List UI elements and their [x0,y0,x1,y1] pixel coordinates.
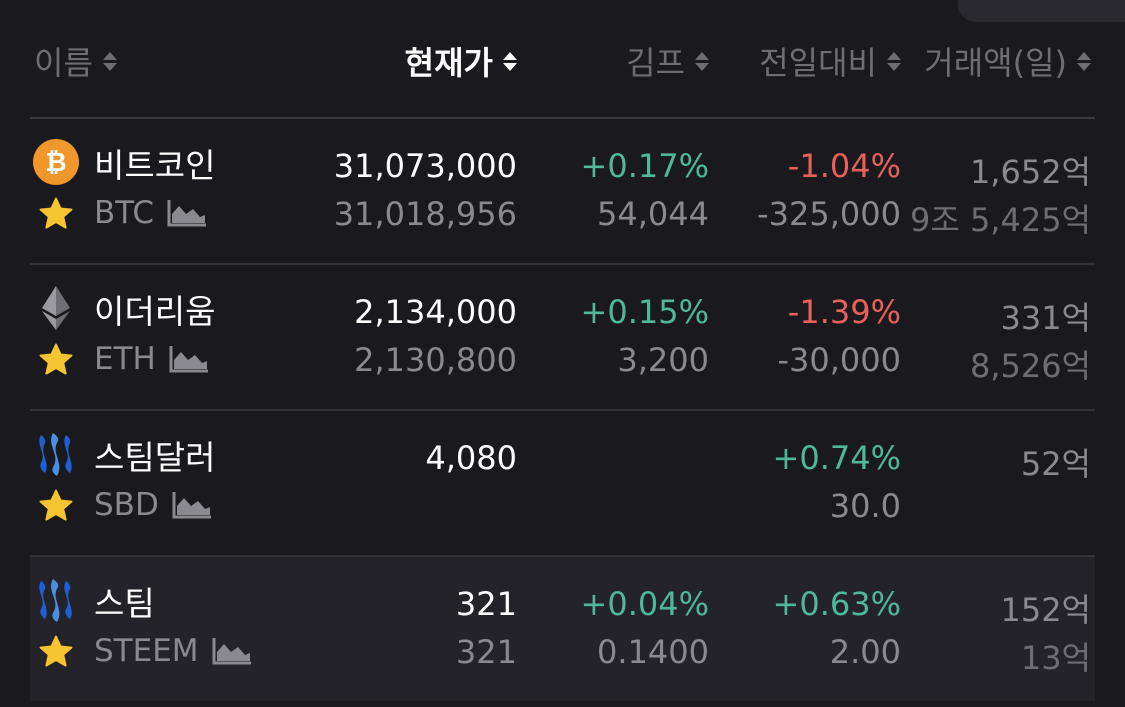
volume-sub-value: 9조 5,425억 [909,201,1091,239]
kimp-value: 3,200 [617,341,709,379]
chart-icon[interactable] [166,198,208,228]
chart-icon[interactable] [168,344,210,374]
sort-icon [887,49,901,73]
sort-icon [695,49,709,73]
favorite-star-icon[interactable] [37,487,75,525]
chart-icon[interactable] [171,490,213,520]
volume-value: 52억 [1020,445,1091,483]
change-value: 2.00 [829,633,901,671]
change-value: -325,000 [757,195,901,233]
current-price: 31,073,000 [333,147,517,185]
favorite-star-icon[interactable] [37,195,75,233]
overseas-price: 321 [455,633,517,671]
coin-row-sbd[interactable]: 스팀달러 SBD 4,080 +0.74% 30.0 52억 [30,411,1095,557]
kimp-value: 54,044 [597,195,709,233]
change-percent: +0.74% [772,439,901,477]
current-price: 2,134,000 [354,293,517,331]
symbol-group: ETH [94,341,210,377]
kimp-percent: +0.17% [580,147,709,185]
steem-icon [39,433,72,476]
overseas-price: 31,018,956 [333,195,517,233]
coin-row-steem[interactable]: 스팀 STEEM 321 321 +0.04% 0.1400 +0.63% 2.… [30,557,1095,701]
top-tab[interactable] [958,0,1125,22]
change-percent: +0.63% [772,585,901,623]
coin-list-screen: 이름 현재가 김프 전일대비 거래액(일) ₿ 비트코인 BTC 31,073,… [0,0,1125,707]
coin-name: 비트코인 [94,146,216,185]
bitcoin-icon: ₿ [33,139,79,185]
sort-by-price-button[interactable]: 현재가 [405,38,517,84]
change-value: 30.0 [829,487,901,525]
coin-row-eth[interactable]: 이더리움 ETH 2,134,000 2,130,800 +0.15% 3,20… [30,265,1095,411]
kimp-percent: +0.04% [580,585,709,623]
symbol-group: BTC [94,195,208,231]
coin-symbol: STEEM [94,633,199,669]
svg-text:₿: ₿ [45,148,66,178]
change-percent: -1.04% [787,147,901,185]
sort-by-change-button[interactable]: 전일대비 [759,38,901,84]
chart-icon[interactable] [211,636,253,666]
volume-sub-value: 13억 [1020,639,1091,677]
current-price: 4,080 [425,439,517,477]
volume-value: 1,652억 [969,153,1091,191]
volume-value: 331억 [1000,299,1091,337]
symbol-group: STEEM [94,633,253,669]
sort-active-icon [503,49,517,73]
kimp-value: 0.1400 [597,633,709,671]
sort-icon [102,49,117,73]
current-price: 321 [455,585,517,623]
coin-name: 스팀 [94,584,155,623]
steem-icon [39,579,72,622]
coin-symbol: SBD [94,487,159,523]
kimp-percent: +0.15% [580,293,709,331]
sort-icon [1077,49,1091,73]
kimp-column-label: 김프 [626,44,685,82]
coin-name: 이더리움 [94,292,216,331]
coin-row-btc[interactable]: ₿ 비트코인 BTC 31,073,000 31,018,956 +0.17% … [30,119,1095,265]
change-value: -30,000 [777,341,901,379]
change-column-label: 전일대비 [759,44,877,82]
sort-by-kimp-button[interactable]: 김프 [626,38,709,84]
name-column-label: 이름 [34,44,93,82]
sort-by-volume-button[interactable]: 거래액(일) [924,38,1091,84]
change-percent: -1.39% [787,293,901,331]
favorite-star-icon[interactable] [37,633,75,671]
favorite-star-icon[interactable] [37,341,75,379]
symbol-group: SBD [94,487,213,523]
volume-sub-value: 8,526억 [969,347,1091,385]
sort-by-name-button[interactable]: 이름 [34,38,117,84]
overseas-price: 2,130,800 [354,341,517,379]
volume-value: 152억 [1000,591,1091,629]
ethereum-icon [42,286,70,330]
coin-symbol: ETH [94,341,156,377]
column-header: 이름 현재가 김프 전일대비 거래액(일) [30,28,1095,88]
coin-name: 스팀달러 [94,438,216,477]
coin-list: ₿ 비트코인 BTC 31,073,000 31,018,956 +0.17% … [30,119,1095,701]
coin-symbol: BTC [94,195,155,231]
price-column-label: 현재가 [404,44,493,82]
volume-column-label: 거래액(일) [924,44,1067,82]
